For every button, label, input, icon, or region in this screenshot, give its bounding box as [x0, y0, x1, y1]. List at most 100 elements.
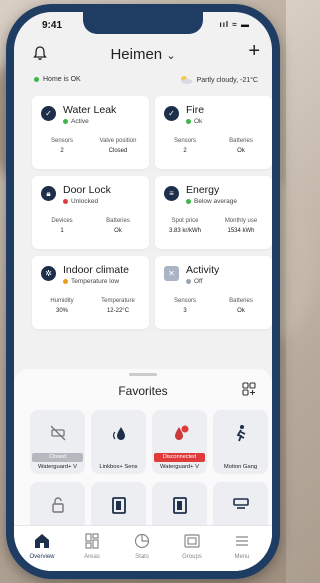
status-card[interactable]: 🔒︎ Door Lock Unlocked Devices 1 Batteries Ok: [32, 176, 149, 249]
card-status-text: Ok: [194, 118, 203, 125]
chevron-down-icon: ⌄: [166, 50, 176, 62]
status-card[interactable]: ✓ Fire Ok Sensors 2 Batteries Ok: [155, 96, 272, 169]
header: Heimen ⌄ +: [14, 40, 272, 66]
stat-label: Batteries: [106, 218, 130, 224]
stat-value: Closed: [108, 148, 128, 154]
card-status: Unlocked: [63, 198, 98, 205]
tab-icon-wrap: [172, 532, 212, 550]
areas-icon: [85, 533, 99, 549]
stat-label: Spot price: [171, 218, 199, 224]
status-card[interactable]: ✲ Indoor climate Temperature low Humidity 30…: [32, 256, 149, 329]
card-status: Active: [63, 118, 89, 125]
status-dot: [63, 278, 68, 284]
stats-icon: [134, 533, 150, 549]
home-summary: Home is OK Partly cloudy, -21°C: [34, 72, 258, 88]
drag-handle[interactable]: [129, 373, 157, 376]
card-title: Fire: [186, 104, 205, 116]
card-status: Below average: [186, 198, 237, 205]
edit-favorites-icon[interactable]: [242, 382, 256, 396]
tab-menu[interactable]: Menu: [222, 532, 262, 560]
stat-value: 2: [183, 148, 187, 154]
stat-label: Sensors: [173, 298, 196, 304]
weather: Partly cloudy, -21°C: [179, 76, 258, 84]
lock-icon: [51, 497, 64, 513]
energy-meter-icon: ≡: [164, 186, 179, 201]
tile-status-badge: Closed: [32, 453, 83, 462]
stat-label: Batteries: [229, 298, 253, 304]
status-dot: [186, 278, 191, 284]
status-card[interactable]: ✓ Water Leak Active Sensors 2 Valve position C…: [32, 96, 149, 169]
home-name: Heimen: [110, 46, 163, 63]
favorite-tile[interactable]: Disconnected Waterguard+ V: [152, 410, 207, 474]
status-dot: [63, 198, 68, 204]
tab-label: Menu: [234, 554, 250, 560]
tab-areas[interactable]: Areas: [72, 532, 112, 560]
status-dot: [63, 118, 68, 124]
favorite-tile[interactable]: Linkbox+ Sens: [91, 410, 146, 474]
stat-label: Valve position: [99, 138, 137, 144]
status-dot: [186, 118, 191, 124]
card-status-text: Active: [71, 118, 89, 125]
favorite-tile[interactable]: Motion Gang: [213, 410, 268, 474]
tab-icon-wrap: [72, 532, 112, 550]
favorite-tile[interactable]: Closed Waterguard+ V: [30, 410, 85, 474]
tab-label: Overview: [29, 554, 55, 560]
phone-frame: 9:41 ııl ≈ ▬ Heimen ⌄ + Home is OK Partl…: [6, 4, 280, 579]
stat-value: Ok: [237, 308, 245, 314]
card-status: Off: [186, 278, 203, 285]
favorites-title: Favorites: [118, 384, 168, 398]
stat-value: 12-22°C: [106, 308, 130, 314]
tab-stats[interactable]: Stats: [122, 532, 162, 560]
card-status: Ok: [186, 118, 202, 125]
activity-shield-icon: ✕: [164, 266, 179, 281]
stat-value: Ok: [237, 148, 245, 154]
card-title: Indoor climate: [63, 264, 129, 276]
notch: [83, 12, 203, 34]
card-title: Activity: [186, 264, 220, 276]
tab-overview[interactable]: Overview: [22, 532, 62, 560]
stat-label: Sensors: [50, 138, 73, 144]
tile-name: Waterguard+ V: [160, 464, 199, 470]
menu-icon: [236, 536, 248, 546]
tile-name: Waterguard+ V: [38, 464, 77, 470]
shield-check-icon: ✓: [41, 106, 56, 121]
app-screen: 9:41 ııl ≈ ▬ Heimen ⌄ + Home is OK Partl…: [14, 12, 272, 571]
home-status: Home is OK: [34, 76, 81, 83]
tab-bar: Overview Areas Stats Groups Menu: [14, 525, 272, 571]
tab-label: Groups: [182, 554, 202, 560]
home-icon: [35, 534, 49, 548]
card-title: Energy: [186, 184, 220, 196]
status-dot: [34, 76, 39, 82]
status-card[interactable]: ✕ Activity Off Sensors 3 Batteries Ok: [155, 256, 272, 329]
tab-label: Areas: [84, 554, 100, 560]
status-card[interactable]: ≡ Energy Below average Spot price 3.83 kr/kW…: [155, 176, 272, 249]
stat-value: 30%: [55, 308, 68, 314]
stat-label: Temperature: [101, 298, 135, 304]
partly-cloudy-icon: [180, 76, 193, 84]
valve-closed-icon: [50, 425, 65, 441]
window-icon: [111, 497, 126, 514]
card-status-text: Temperature low: [71, 278, 120, 285]
card-status-text: Below average: [194, 198, 237, 205]
stat-value: 3: [183, 308, 187, 314]
stat-label: Batteries: [229, 138, 253, 144]
stat-label: Devices: [51, 218, 73, 224]
tab-groups[interactable]: Groups: [172, 532, 212, 560]
add-button[interactable]: +: [248, 40, 260, 63]
tile-status-badge: Disconnected: [154, 453, 205, 462]
card-status: Temperature low: [63, 278, 119, 285]
status-dot: [186, 198, 191, 204]
home-status-text: Home is OK: [43, 76, 81, 83]
tab-icon-wrap: [22, 532, 62, 550]
stat-label: Monthly use: [224, 218, 258, 224]
stat-value: 3.83 kr/kWh: [168, 228, 201, 234]
card-title: Water Leak: [63, 104, 117, 116]
tile-name: Linkbox+ Sens: [99, 464, 138, 470]
motion-icon: [236, 425, 245, 442]
home-selector[interactable]: Heimen ⌄: [14, 46, 272, 63]
status-time: 9:41: [42, 20, 63, 31]
card-status-text: Unlocked: [71, 198, 99, 205]
stat-value: 1: [60, 228, 64, 234]
window-icon: [172, 497, 187, 514]
climate-icon: ✲: [41, 266, 56, 281]
